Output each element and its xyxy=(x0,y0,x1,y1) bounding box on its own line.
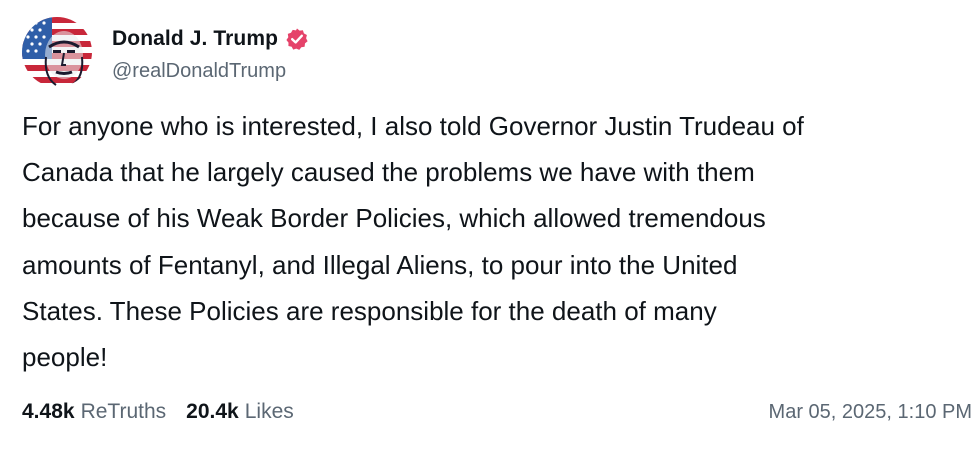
likes-count: 20.4k xyxy=(186,400,239,423)
post-text-line: people! xyxy=(22,342,108,373)
post-text-line: because of his Weak Border Policies, whi… xyxy=(22,203,766,234)
post-text-line: States. These Policies are responsible f… xyxy=(22,295,717,326)
author-identity: Donald J. Trump @realDonaldTrump xyxy=(112,22,309,83)
retruths-label: ReTruths xyxy=(80,400,167,423)
post-stats: 4.48k ReTruths 20.4k Likes xyxy=(22,396,294,428)
avatar[interactable] xyxy=(22,17,92,87)
author-display-name[interactable]: Donald J. Trump xyxy=(112,27,278,51)
post-header: Donald J. Trump @realDonaldTrump xyxy=(22,16,309,88)
retruths-count: 4.48k xyxy=(22,400,75,423)
post-text-line: amounts of Fentanyl, and Illegal Aliens,… xyxy=(22,249,738,280)
likes-label: Likes xyxy=(244,400,294,423)
likes-stat[interactable]: 20.4k Likes xyxy=(186,400,294,424)
post-text-line: Canada that he largely caused the proble… xyxy=(22,157,755,188)
post-body-text: For anyone who is interested, I also tol… xyxy=(22,103,977,380)
post-timestamp[interactable]: Mar 05, 2025, 1:10 PM xyxy=(769,396,972,428)
post-text-line: For anyone who is interested, I also tol… xyxy=(22,111,804,141)
flag-portrait-avatar-icon xyxy=(22,17,92,87)
verified-badge-icon xyxy=(285,27,309,51)
name-row: Donald J. Trump xyxy=(112,22,309,56)
post-card: Donald J. Trump @realDonaldTrump For any… xyxy=(0,0,980,454)
author-handle[interactable]: @realDonaldTrump xyxy=(112,60,309,83)
retruths-stat[interactable]: 4.48k ReTruths xyxy=(22,400,166,424)
